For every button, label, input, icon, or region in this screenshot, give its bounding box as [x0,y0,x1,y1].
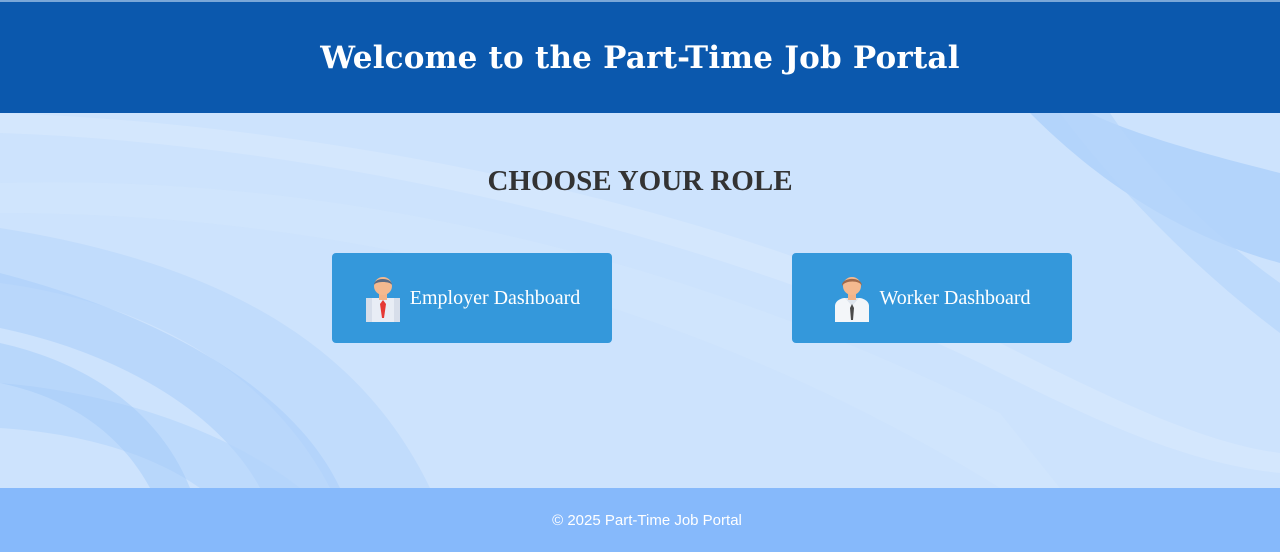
page-title: Welcome to the Part-Time Job Portal [320,39,960,76]
footer-copyright: © 2025 Part-Time Job Portal [552,511,742,529]
employer-dashboard-label: Employer Dashboard [409,286,581,309]
page-header: Welcome to the Part-Time Job Portal [0,2,1280,113]
role-selection-section: CHOOSE YOUR ROLE Employer Dashboard Work… [0,113,1280,488]
employer-dashboard-button[interactable]: Employer Dashboard [332,253,612,343]
page-footer: © 2025 Part-Time Job Portal [0,488,1280,552]
employer-avatar-icon [365,277,400,322]
worker-avatar-icon [835,277,870,322]
worker-dashboard-button[interactable]: Worker Dashboard [792,253,1072,343]
worker-dashboard-label: Worker Dashboard [879,286,1031,309]
choose-role-heading: CHOOSE YOUR ROLE [487,165,793,197]
